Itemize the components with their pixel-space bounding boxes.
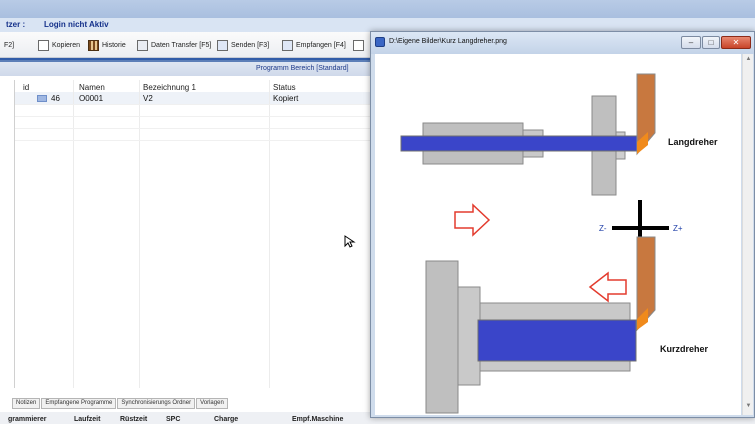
column-header-name[interactable]: Namen xyxy=(79,83,105,92)
row-divider xyxy=(15,104,373,105)
program-range-label: Programm Bereich [Standard] xyxy=(256,65,349,72)
history-icon xyxy=(88,39,99,51)
login-status: Login nicht Aktiv xyxy=(44,20,109,29)
column-header-programmierer: grammierer xyxy=(8,416,47,423)
send-button[interactable]: Senden [F3] xyxy=(217,38,269,52)
table-row[interactable] xyxy=(15,92,373,104)
toolbar-overflow-button[interactable] xyxy=(353,38,364,52)
program-table: id Namen Bezeichnung 1 Status 46 O0001 V… xyxy=(14,80,373,388)
send-icon xyxy=(217,39,228,51)
z-minus-label: Z- xyxy=(599,224,607,233)
row-divider xyxy=(15,140,373,141)
kurzdreher-headstock xyxy=(425,260,459,414)
tab-synchronisierungs-ordner[interactable]: Synchronisierungs Ordner xyxy=(117,398,196,409)
kurzdreher-workpiece xyxy=(477,319,637,362)
f2-button[interactable]: F2] xyxy=(4,38,14,52)
column-header-status[interactable]: Status xyxy=(273,83,296,92)
minimize-button[interactable]: – xyxy=(681,36,701,49)
tab-notizen[interactable]: Notizen xyxy=(12,398,41,409)
column-header-laufzeit: Laufzeit xyxy=(74,416,101,423)
document-icon xyxy=(353,39,364,51)
column-divider xyxy=(73,80,74,388)
kurzdreher-label: Kurzdreher xyxy=(660,344,709,354)
langdreher-workpiece xyxy=(400,135,639,152)
copy-icon xyxy=(38,39,49,51)
user-label: tzer : xyxy=(6,20,26,29)
langdreher-label: Langdreher xyxy=(668,137,718,147)
image-viewer-window: D:\Eigene Bilder\Kurz Langdreher.png – □… xyxy=(370,31,755,418)
bottom-tab-strip: Notizen Empfangene Programme Synchronisi… xyxy=(12,398,229,409)
maximize-button[interactable]: □ xyxy=(702,36,720,49)
right-arrow-icon xyxy=(454,203,491,237)
vertical-scrollbar[interactable]: ▲ ▼ xyxy=(742,54,753,415)
history-label: Historie xyxy=(102,41,126,49)
scroll-up-icon[interactable]: ▲ xyxy=(744,56,753,65)
column-header-empf-maschine: Empf.Maschine xyxy=(292,416,344,423)
scroll-down-icon[interactable]: ▼ xyxy=(744,403,753,412)
menu-bar xyxy=(0,0,755,18)
viewer-title: D:\Eigene Bilder\Kurz Langdreher.png xyxy=(389,38,507,45)
transfer-label: Daten Transfer [F5] xyxy=(151,41,212,49)
row-divider xyxy=(15,116,373,117)
program-range-header: Programm Bereich [Standard] xyxy=(0,62,372,76)
receive-label: Empfangen [F4] xyxy=(296,41,346,49)
f2-label: F2] xyxy=(4,41,15,49)
tab-vorlagen[interactable]: Vorlagen xyxy=(196,398,228,409)
mouse-cursor-icon xyxy=(344,235,356,248)
cell-id: 46 xyxy=(51,94,60,103)
receive-icon xyxy=(282,39,293,51)
column-header-ruestzeit: Rüstzeit xyxy=(120,416,148,423)
viewer-title-bar[interactable]: D:\Eigene Bilder\Kurz Langdreher.png – □… xyxy=(371,32,754,54)
data-transfer-button[interactable]: Daten Transfer [F5] xyxy=(137,38,211,52)
user-status-bar: tzer : Login nicht Aktiv xyxy=(0,18,755,32)
image-canvas: Langdreher Z- Z+ Kurzdreher xyxy=(375,54,741,415)
kurzdreher-spindle xyxy=(457,286,481,386)
copy-button[interactable]: Kopieren xyxy=(38,38,80,52)
cell-bezeichnung: V2 xyxy=(143,94,153,103)
close-button[interactable]: ✕ xyxy=(721,36,751,49)
column-divider xyxy=(269,80,270,388)
app-icon xyxy=(375,37,385,47)
history-button[interactable]: Historie xyxy=(88,38,126,52)
z-plus-label: Z+ xyxy=(673,224,683,233)
lathe-diagram: Langdreher Z- Z+ Kurzdreher xyxy=(400,73,718,414)
column-header-charge: Charge xyxy=(214,416,239,423)
program-file-icon xyxy=(37,95,47,102)
send-label: Senden [F3] xyxy=(231,41,270,49)
transfer-icon xyxy=(137,39,148,51)
cell-name: O0001 xyxy=(79,94,104,103)
column-divider xyxy=(139,80,140,388)
column-header-spc: SPC xyxy=(166,416,181,423)
copy-label: Kopieren xyxy=(52,41,81,49)
cell-status: Kopiert xyxy=(273,94,299,103)
receive-button[interactable]: Empfangen [F4] xyxy=(282,38,346,52)
left-arrow-icon xyxy=(588,271,627,303)
column-header-id[interactable]: id xyxy=(23,83,29,92)
column-header-bezeichnung[interactable]: Bezeichnung 1 xyxy=(143,83,196,92)
tab-empfangene-programme[interactable]: Empfangene Programme xyxy=(41,398,117,409)
row-divider xyxy=(15,128,373,129)
